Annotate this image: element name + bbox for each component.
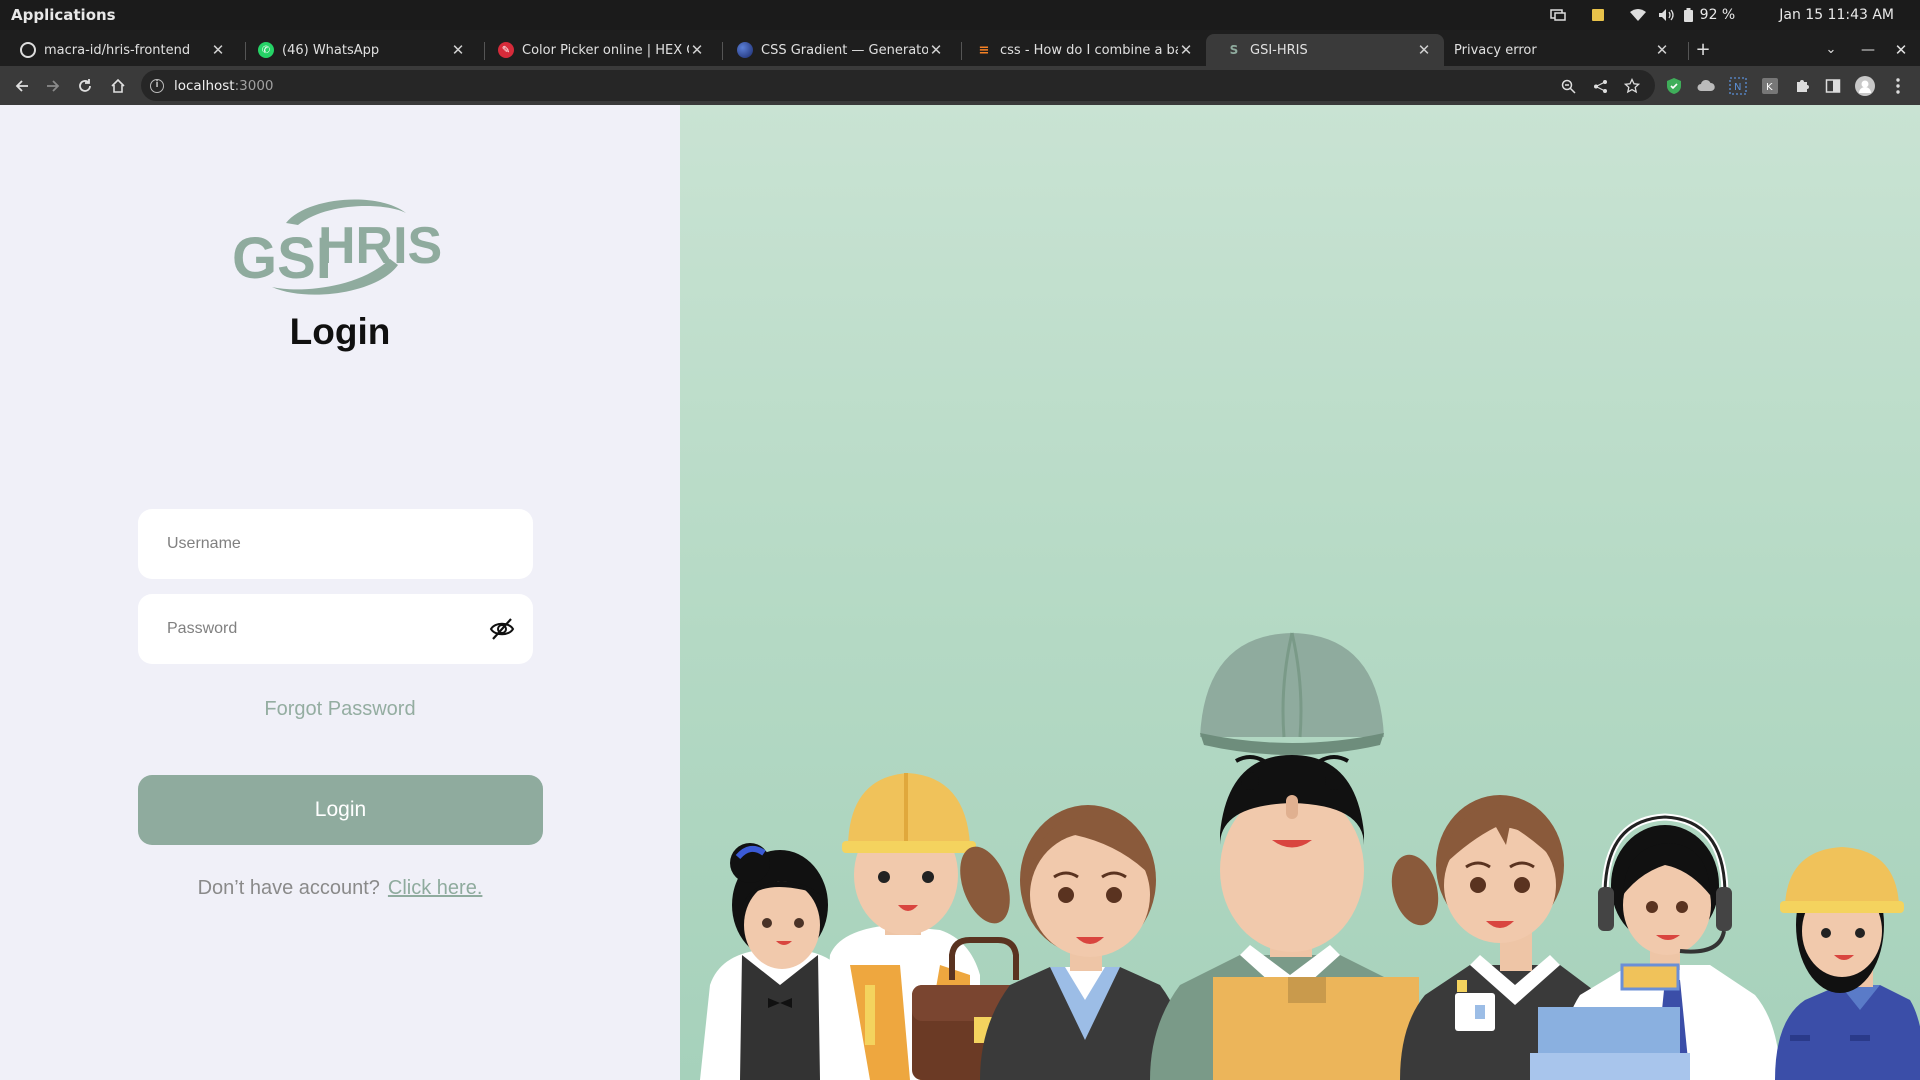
battery-percentage: 92 % <box>1699 7 1736 23</box>
tab-strip: macra-id/hris-frontend ✕ ✆ (46) WhatsApp… <box>0 30 1920 66</box>
zoom-icon[interactable] <box>1559 77 1577 95</box>
tab-title: Color Picker online | HEX C <box>522 42 689 58</box>
logo-text-hris: HRIS <box>318 217 442 275</box>
home-icon[interactable] <box>106 74 130 98</box>
new-tab-icon[interactable]: + <box>1691 38 1715 62</box>
close-window-icon[interactable]: ✕ <box>1889 38 1913 62</box>
os-top-bar: Applications 92 % Jan 15 11:43 AM <box>0 0 1920 30</box>
username-field[interactable] <box>138 509 533 579</box>
stackoverflow-icon: ≡ <box>978 42 990 58</box>
tab-privacy-error[interactable]: Privacy error ✕ <box>1444 34 1682 66</box>
screen-icon[interactable] <box>1549 8 1566 22</box>
back-icon[interactable] <box>10 74 34 98</box>
page-title: Login <box>289 311 391 352</box>
applications-menu[interactable]: Applications <box>11 6 116 24</box>
tab-gsi-hris[interactable]: S GSI-HRIS ✕ <box>1206 34 1444 66</box>
construction-woman-figure <box>1775 847 1920 1080</box>
close-icon[interactable]: ✕ <box>450 41 466 59</box>
address-bar[interactable]: i localhost:3000 <box>141 70 1655 101</box>
cloud-extension-icon[interactable] <box>1696 76 1716 96</box>
site-info-icon[interactable]: i <box>150 78 164 93</box>
minimize-icon[interactable]: — <box>1856 38 1880 62</box>
signup-prompt-text: Don’t have account? <box>197 877 380 899</box>
tab-title: Privacy error <box>1454 42 1537 58</box>
clock[interactable]: Jan 15 11:43 AM <box>1779 7 1894 23</box>
volume-icon[interactable] <box>1658 8 1674 22</box>
tab-color-picker[interactable]: ✎ Color Picker online | HEX C ✕ <box>478 34 717 66</box>
username-input[interactable] <box>167 509 487 579</box>
wifi-icon[interactable] <box>1629 8 1646 22</box>
github-icon <box>20 42 36 58</box>
reload-icon[interactable] <box>73 74 97 98</box>
shield-extension-icon[interactable] <box>1664 76 1684 96</box>
tab-css-gradient[interactable]: CSS Gradient — Generator, Ma ✕ <box>717 34 956 66</box>
delivery-man-figure <box>1150 632 1430 1080</box>
profile-avatar-icon[interactable] <box>1855 76 1875 96</box>
k-extension-icon[interactable]: K <box>1760 76 1780 96</box>
forward-icon[interactable] <box>41 74 65 98</box>
browser-toolbar: i localhost:3000 N K <box>0 66 1920 105</box>
login-panel: GSI HRIS Login Forgot Password Login Don… <box>0 105 680 1080</box>
tab-title: CSS Gradient — Generator, Ma <box>761 42 928 58</box>
forgot-password-link[interactable]: Forgot Password <box>0 698 680 721</box>
gsi-hris-logo: GSI HRIS <box>232 199 442 295</box>
password-field[interactable] <box>138 594 533 664</box>
n-extension-icon[interactable]: N <box>1728 76 1748 96</box>
password-input[interactable] <box>167 594 487 664</box>
tab-title: css - How do I combine a bac <box>1000 42 1178 58</box>
tab-search-icon[interactable]: ⌄ <box>1819 38 1843 62</box>
tab-whatsapp[interactable]: ✆ (46) WhatsApp ✕ <box>238 34 478 66</box>
tab-github[interactable]: macra-id/hris-frontend ✕ <box>0 34 238 66</box>
hero-panel <box>680 105 1920 1080</box>
share-icon[interactable] <box>1591 77 1609 95</box>
css-gradient-icon <box>737 42 753 58</box>
login-button[interactable]: Login <box>138 775 543 845</box>
close-icon[interactable]: ✕ <box>1654 41 1670 59</box>
tab-title: macra-id/hris-frontend <box>44 42 191 58</box>
color-picker-icon: ✎ <box>498 42 514 58</box>
svg-text:N: N <box>1734 82 1741 93</box>
note-icon[interactable] <box>1590 8 1606 22</box>
menu-kebab-icon[interactable] <box>1888 76 1908 96</box>
logo-text-gsi: GSI <box>232 226 332 291</box>
eye-slash-icon[interactable] <box>489 616 515 642</box>
workers-illustration <box>700 632 1920 1080</box>
tab-title: (46) WhatsApp <box>282 42 380 58</box>
close-icon[interactable]: ✕ <box>210 41 226 59</box>
tab-divider <box>1688 42 1689 60</box>
close-icon[interactable]: ✕ <box>928 41 944 59</box>
signup-prompt: Don’t have account? Click here. <box>0 877 680 900</box>
close-icon[interactable]: ✕ <box>689 41 705 59</box>
url-text: localhost:3000 <box>174 77 274 94</box>
svg-text:K: K <box>1766 82 1773 93</box>
puzzle-extensions-icon[interactable] <box>1792 76 1812 96</box>
tab-stackoverflow[interactable]: ≡ css - How do I combine a bac ✕ <box>956 34 1206 66</box>
close-icon[interactable]: ✕ <box>1178 41 1194 59</box>
close-icon[interactable]: ✕ <box>1416 41 1432 59</box>
cashier-figure <box>1530 813 1780 1080</box>
battery-icon[interactable] <box>1684 8 1694 22</box>
signup-link[interactable]: Click here. <box>388 877 482 899</box>
page-viewport: GSI HRIS Login Forgot Password Login Don… <box>0 105 1920 1080</box>
bookmark-star-icon[interactable] <box>1623 77 1641 95</box>
whatsapp-icon: ✆ <box>258 42 274 58</box>
side-panel-icon[interactable] <box>1823 76 1843 96</box>
gsi-hris-icon: S <box>1229 43 1239 57</box>
tab-title: GSI-HRIS <box>1250 42 1308 58</box>
